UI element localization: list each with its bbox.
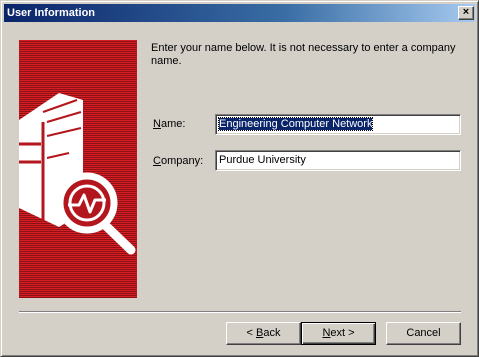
separator-line bbox=[19, 311, 461, 313]
instruction-text: Enter your name below. It is not necessa… bbox=[151, 42, 456, 67]
window-title: User Information bbox=[7, 7, 96, 19]
close-button[interactable]: × bbox=[458, 6, 474, 20]
user-information-dialog: User Information × Enter your name below… bbox=[0, 0, 479, 357]
name-label: Name: bbox=[153, 118, 185, 131]
back-button[interactable]: < Back bbox=[226, 322, 301, 345]
close-icon: × bbox=[462, 6, 470, 18]
name-input-value: Engineering Computer Network bbox=[217, 117, 374, 131]
cancel-button[interactable]: Cancel bbox=[386, 322, 461, 345]
server-monitor-icon bbox=[19, 93, 136, 255]
company-input-value: Purdue University bbox=[219, 154, 306, 166]
name-input[interactable]: Engineering Computer Network bbox=[215, 114, 461, 135]
cancel-label: Cancel bbox=[406, 327, 441, 339]
company-label: Company: bbox=[153, 155, 203, 168]
magnifier-handle bbox=[98, 218, 136, 255]
name-label-rest: ame: bbox=[160, 118, 186, 130]
next-button[interactable]: Next > bbox=[301, 322, 376, 345]
title-bar[interactable]: User Information × bbox=[4, 4, 475, 22]
back-rest: ack bbox=[263, 327, 281, 339]
name-label-mnemonic: N bbox=[153, 118, 161, 130]
company-label-rest: ompany: bbox=[160, 155, 204, 167]
wizard-banner bbox=[19, 40, 137, 298]
company-input[interactable]: Purdue University bbox=[215, 150, 461, 171]
company-label-mnemonic: C bbox=[153, 155, 161, 167]
next-rest: ext > bbox=[330, 327, 355, 339]
back-prefix: < bbox=[246, 327, 256, 339]
